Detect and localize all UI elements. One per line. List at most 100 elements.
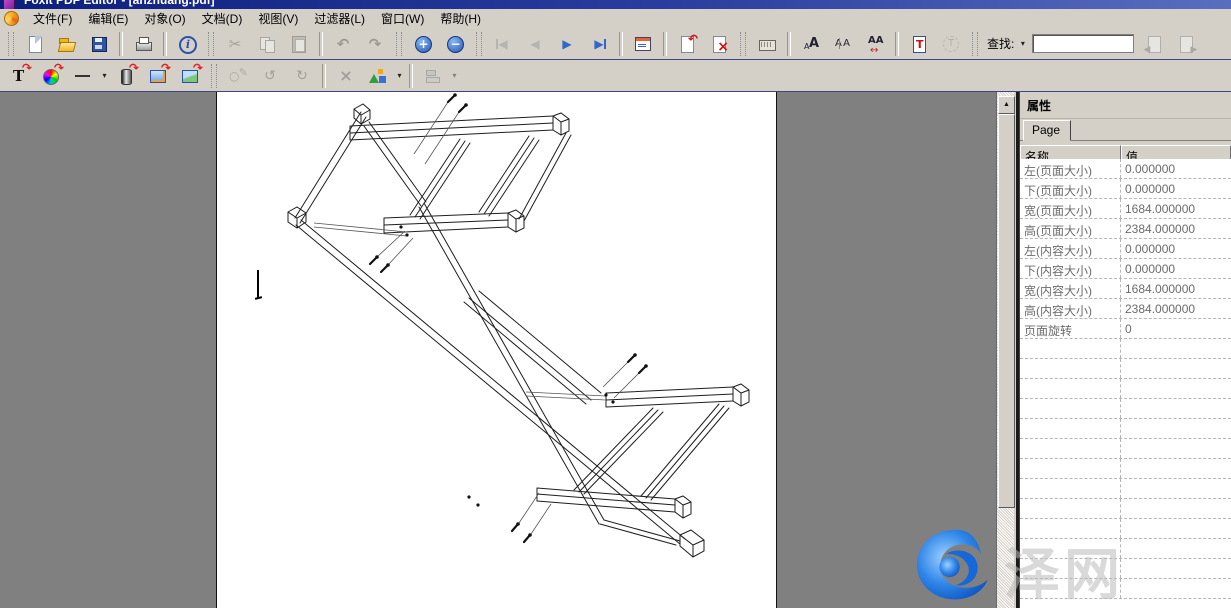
insert-shapes-button[interactable]	[365, 63, 392, 89]
pdf-page[interactable]	[216, 92, 777, 608]
property-row[interactable]: 页面旋转0	[1020, 319, 1231, 339]
add-color-button[interactable]	[38, 63, 65, 89]
property-value	[1121, 419, 1231, 438]
property-row[interactable]: 左(页面大小)0.000000	[1020, 159, 1231, 179]
keyboard-input-button[interactable]	[754, 31, 781, 57]
menu-item[interactable]: 窗口(W)	[373, 8, 432, 29]
toolbar-separator	[119, 32, 123, 56]
property-row[interactable]: 下(页面大小)0.000000	[1020, 179, 1231, 199]
property-row[interactable]: 左(内容大小)0.000000	[1020, 239, 1231, 259]
toolbar-grip	[211, 64, 217, 88]
panel-tab-strip: Page	[1020, 119, 1231, 141]
redo-icon	[365, 34, 385, 54]
toolbar-grip	[972, 32, 978, 56]
paste-button[interactable]	[286, 31, 313, 57]
property-name: 左(内容大小)	[1020, 239, 1121, 258]
property-name	[1020, 559, 1121, 578]
property-row[interactable]	[1020, 499, 1231, 519]
property-row[interactable]	[1020, 539, 1231, 559]
property-row[interactable]	[1020, 579, 1231, 599]
property-name	[1020, 579, 1121, 598]
redo-button[interactable]	[362, 31, 389, 57]
font-size-button[interactable]	[798, 31, 825, 57]
previous-page-button[interactable]	[522, 31, 549, 57]
menu-item[interactable]: 对象(O)	[136, 8, 193, 29]
property-row[interactable]	[1020, 479, 1231, 499]
menu-item[interactable]: 视图(V)	[250, 8, 306, 29]
align-options-dropdown[interactable]: ▾	[449, 71, 460, 80]
text-attributes-button[interactable]	[938, 31, 965, 57]
delete-page-button[interactable]	[706, 31, 733, 57]
document-info-button[interactable]	[174, 31, 201, 57]
next-page-button[interactable]	[554, 31, 581, 57]
property-row[interactable]	[1020, 559, 1231, 579]
rotate-right-button[interactable]	[289, 63, 316, 89]
image-edit-icon	[148, 66, 168, 86]
property-row[interactable]: 高(页面大小)2384.000000	[1020, 219, 1231, 239]
info-icon	[177, 34, 197, 54]
find-previous-button[interactable]	[1141, 31, 1168, 57]
align-objects-button[interactable]	[420, 63, 447, 89]
menu-item[interactable]: 文档(D)	[194, 8, 251, 29]
property-row[interactable]	[1020, 399, 1231, 419]
property-name	[1020, 339, 1121, 358]
property-row[interactable]	[1020, 359, 1231, 379]
last-page-button[interactable]	[586, 31, 613, 57]
copy-button[interactable]	[254, 31, 281, 57]
menu-item[interactable]: 帮助(H)	[432, 8, 489, 29]
document-canvas[interactable]	[0, 92, 996, 608]
add-text-button[interactable]	[906, 31, 933, 57]
toolbar-separator	[895, 32, 899, 56]
property-row[interactable]	[1020, 339, 1231, 359]
property-row[interactable]: 宽(页面大小)1684.000000	[1020, 199, 1231, 219]
cut-button[interactable]	[222, 31, 249, 57]
edit-object-button[interactable]	[225, 63, 252, 89]
line-style-button[interactable]	[70, 63, 97, 89]
font-width-button[interactable]	[862, 31, 889, 57]
new-document-button[interactable]	[22, 31, 49, 57]
first-page-button[interactable]	[490, 31, 517, 57]
zoom-out-button[interactable]	[442, 31, 469, 57]
property-row[interactable]	[1020, 419, 1231, 439]
menu-item[interactable]: 过滤器(L)	[306, 8, 373, 29]
add-image-button[interactable]	[177, 63, 204, 89]
property-row[interactable]: 高(内容大小)2384.000000	[1020, 299, 1231, 319]
document-window-icon[interactable]	[4, 11, 19, 26]
undo-button[interactable]	[330, 31, 357, 57]
delete-object-button[interactable]	[333, 63, 360, 89]
vertical-scrollbar[interactable]: ▲	[996, 92, 1014, 608]
property-value: 2384.000000	[1121, 299, 1231, 318]
page-layout-button[interactable]	[630, 31, 657, 57]
find-input[interactable]	[1032, 34, 1134, 53]
property-row[interactable]	[1020, 459, 1231, 479]
property-row[interactable]: 宽(内容大小)1684.000000	[1020, 279, 1231, 299]
font-pair-button[interactable]	[830, 31, 857, 57]
print-button[interactable]	[130, 31, 157, 57]
property-row[interactable]	[1020, 379, 1231, 399]
add-shading-button[interactable]	[113, 63, 140, 89]
zoom-in-button[interactable]	[410, 31, 437, 57]
property-row[interactable]	[1020, 439, 1231, 459]
property-value	[1121, 339, 1231, 358]
find-options-dropdown[interactable]: ▾	[1017, 39, 1028, 48]
property-row[interactable]	[1020, 519, 1231, 539]
find-next-button[interactable]	[1173, 31, 1200, 57]
menu-bar: 文件(F)编辑(E)对象(O)文档(D)视图(V)过滤器(L)窗口(W)帮助(H…	[0, 9, 1231, 29]
line-style-options-dropdown[interactable]: ▾	[99, 71, 110, 80]
add-text-object-button[interactable]	[6, 63, 33, 89]
menu-item[interactable]: 文件(F)	[25, 8, 80, 29]
open-file-button[interactable]	[54, 31, 81, 57]
save-file-button[interactable]	[86, 31, 113, 57]
tab-page[interactable]: Page	[1023, 120, 1071, 141]
color-wheel-icon	[41, 66, 61, 86]
shapes-options-dropdown[interactable]: ▾	[394, 71, 405, 80]
rotate-page-button[interactable]	[674, 31, 701, 57]
edit-image-button[interactable]	[145, 63, 172, 89]
property-value: 0.000000	[1121, 179, 1231, 198]
text-circle-icon	[941, 34, 961, 54]
menu-item[interactable]: 编辑(E)	[80, 8, 136, 29]
scroll-up-button[interactable]: ▲	[998, 96, 1015, 114]
rotate-left-button[interactable]	[257, 63, 284, 89]
scroll-thumb[interactable]	[998, 114, 1015, 508]
property-row[interactable]: 下(内容大小)0.000000	[1020, 259, 1231, 279]
